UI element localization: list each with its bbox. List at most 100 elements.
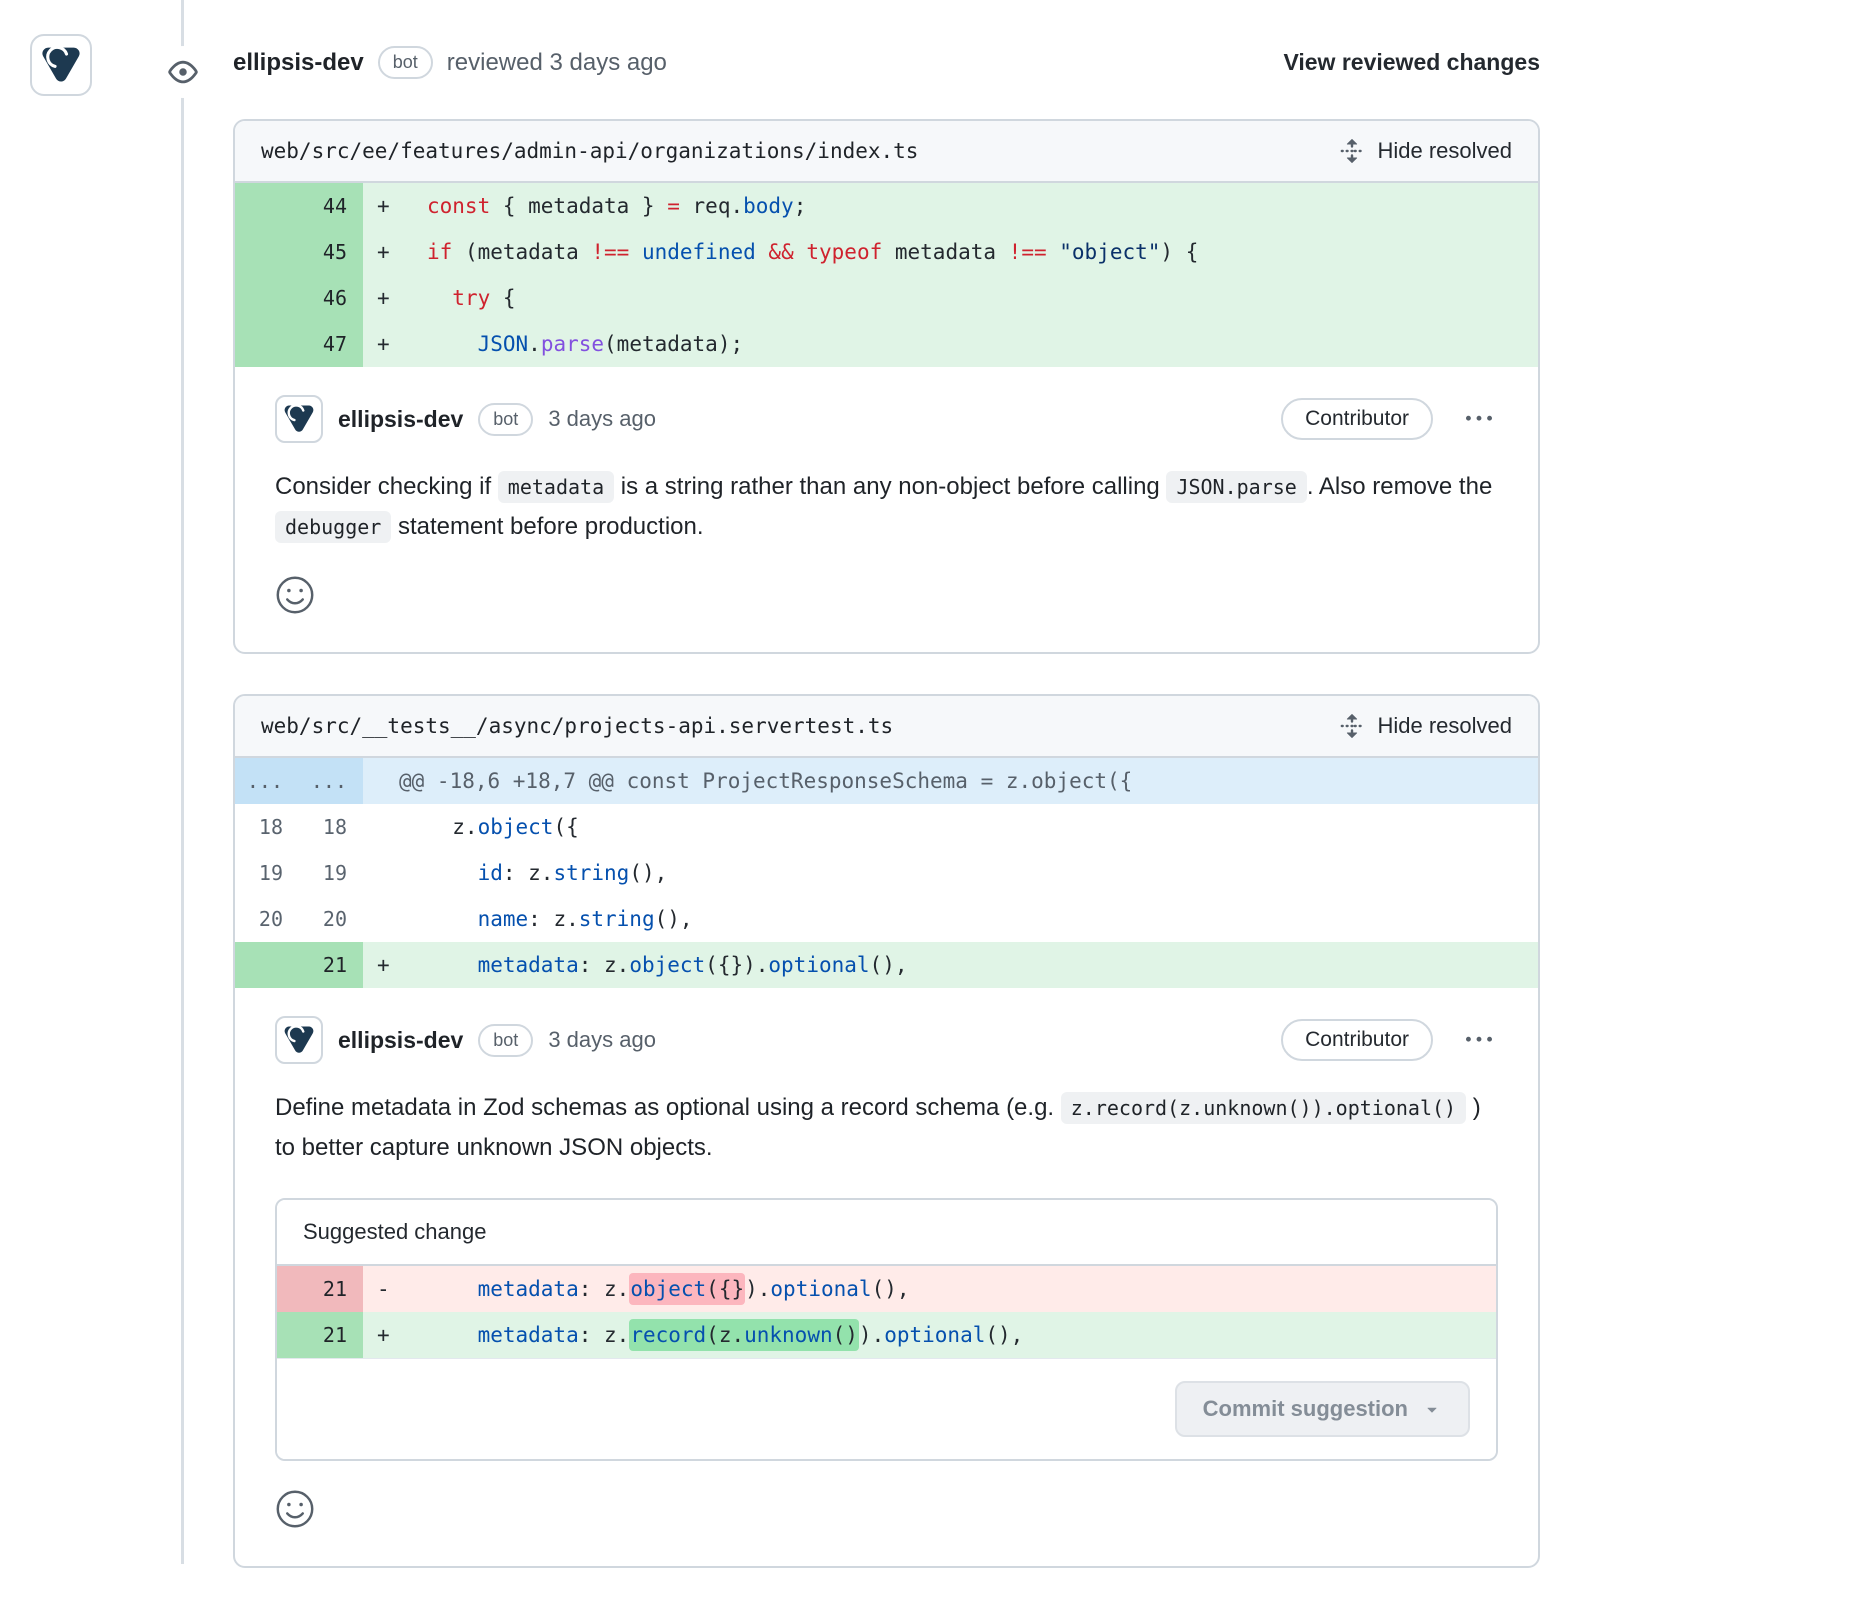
hide-resolved-label: Hide resolved [1377,138,1512,164]
old-line-number: 20 [235,896,299,942]
new-line-number: 45 [299,229,363,275]
suggestion-footer: Commit suggestion [277,1358,1496,1459]
review-timeline-item: ellipsis-dev bot reviewed 3 days ago Vie… [233,0,1540,1608]
review-header: ellipsis-dev bot reviewed 3 days ago Vie… [233,46,1540,79]
code-line: name: z.string(), [363,896,1538,942]
code-line: +const { metadata } = req.body; [363,183,1538,229]
bot-badge: bot [478,403,533,436]
inline-code: JSON.parse [1166,471,1306,503]
inline-code: metadata [498,471,614,503]
kebab-menu-button[interactable] [1460,400,1498,438]
bot-badge: bot [478,1024,533,1057]
new-line-number: 47 [299,321,363,367]
diff-line: ......@@ -18,6 +18,7 @@ const ProjectRes… [235,758,1538,804]
suggested-change-block: Suggested change 21- metadata: z.object(… [275,1198,1498,1461]
review-action-text: reviewed 3 days ago [447,49,667,77]
diff-line: 21+ metadata: z.object({}).optional(), [235,942,1538,988]
reviewer-avatar[interactable] [30,34,92,96]
code-line: id: z.string(), [363,850,1538,896]
smiley-icon [275,1489,315,1529]
comment-body: Define metadata in Zod schemas as option… [275,1088,1498,1168]
old-line-number: 19 [235,850,299,896]
unfold-icon [1339,713,1365,739]
new-line-number: 20 [299,896,363,942]
file-header: web/src/ee/features/admin-api/organizati… [235,121,1538,183]
diff-line: 2020 name: z.string(), [235,896,1538,942]
comment-timestamp[interactable]: 3 days ago [548,406,656,432]
comment-timestamp[interactable]: 3 days ago [548,1027,656,1053]
inline-code: debugger [275,511,391,543]
hide-resolved-button[interactable]: Hide resolved [1339,713,1512,739]
emoji-reaction-button[interactable] [275,575,315,618]
ellipsis-logo-icon [39,43,83,87]
inline-code: z.record(z.unknown()).optional() [1061,1092,1466,1124]
code-line: z.object({ [363,804,1538,850]
review-comment: ellipsis-dev bot 3 days ago Contributor … [235,988,1538,1566]
old-line-number [235,942,299,988]
view-reviewed-changes-link[interactable]: View reviewed changes [1283,49,1540,76]
commit-suggestion-button[interactable]: Commit suggestion [1175,1381,1470,1437]
diff-block: ......@@ -18,6 +18,7 @@ const ProjectRes… [235,758,1538,988]
comment-avatar[interactable] [275,395,323,443]
comment-author[interactable]: ellipsis-dev [338,406,463,433]
word-diff-highlight: object({} [629,1273,745,1305]
new-line-number: 19 [299,850,363,896]
suggested-change-title: Suggested change [277,1200,1496,1266]
eye-icon [157,46,209,98]
code-line: + metadata: z.object({}).optional(), [363,942,1538,988]
contributor-badge: Contributor [1281,398,1433,440]
emoji-reaction-button[interactable] [275,1489,315,1532]
comment-header: ellipsis-dev bot 3 days ago Contributor [275,395,1498,443]
diff-line: 44+const { metadata } = req.body; [235,183,1538,229]
line-number: 21 [277,1312,363,1358]
hide-resolved-label: Hide resolved [1377,713,1512,739]
comment-author[interactable]: ellipsis-dev [338,1027,463,1054]
diff-line: 1818 z.object({ [235,804,1538,850]
review-thread-card-1: web/src/ee/features/admin-api/organizati… [233,119,1540,654]
old-line-number [235,229,299,275]
hide-resolved-button[interactable]: Hide resolved [1339,138,1512,164]
ellipsis-logo-icon [282,402,316,436]
old-line-number: ... [235,758,299,804]
unfold-icon [1339,138,1365,164]
comment-body: Consider checking if metadata is a strin… [275,467,1498,547]
code-line: +if (metadata !== undefined && typeof me… [363,229,1538,275]
new-line-number: 18 [299,804,363,850]
line-number: 21 [277,1266,363,1312]
bot-badge: bot [378,46,433,79]
code-line: + try { [363,275,1538,321]
suggestion-diff: 21- metadata: z.object({}).optional(),21… [277,1266,1496,1358]
diff-line: 45+if (metadata !== undefined && typeof … [235,229,1538,275]
code-line: @@ -18,6 +18,7 @@ const ProjectResponseS… [363,758,1538,804]
new-line-number: 46 [299,275,363,321]
file-path[interactable]: web/src/__tests__/async/projects-api.ser… [261,714,893,738]
review-thread-card-2: web/src/__tests__/async/projects-api.ser… [233,694,1540,1568]
file-path[interactable]: web/src/ee/features/admin-api/organizati… [261,139,918,163]
comment-avatar[interactable] [275,1016,323,1064]
reviewer-name[interactable]: ellipsis-dev [233,49,364,77]
old-line-number [235,321,299,367]
new-line-number: ... [299,758,363,804]
code-line: - metadata: z.object({}).optional(), [363,1266,1496,1312]
diff-line: 1919 id: z.string(), [235,850,1538,896]
timeline-line [181,0,184,1564]
old-line-number: 18 [235,804,299,850]
new-line-number: 44 [299,183,363,229]
code-line: + JSON.parse(metadata); [363,321,1538,367]
diff-line: 46+ try { [235,275,1538,321]
commit-suggestion-label: Commit suggestion [1203,1396,1408,1422]
diff-block: 44+const { metadata } = req.body;45+if (… [235,183,1538,367]
word-diff-highlight: record(z.unknown() [629,1319,859,1351]
kebab-menu-button[interactable] [1460,1021,1498,1059]
old-line-number [235,275,299,321]
file-header: web/src/__tests__/async/projects-api.ser… [235,696,1538,758]
code-line: + metadata: z.record(z.unknown()).option… [363,1312,1496,1358]
contributor-badge: Contributor [1281,1019,1433,1061]
comment-header: ellipsis-dev bot 3 days ago Contributor [275,1016,1498,1064]
diff-line: 21- metadata: z.object({}).optional(), [277,1266,1496,1312]
diff-line: 21+ metadata: z.record(z.unknown()).opti… [277,1312,1496,1358]
ellipsis-logo-icon [282,1023,316,1057]
dropdown-caret-icon [1422,1399,1442,1419]
new-line-number: 21 [299,942,363,988]
smiley-icon [275,575,315,615]
